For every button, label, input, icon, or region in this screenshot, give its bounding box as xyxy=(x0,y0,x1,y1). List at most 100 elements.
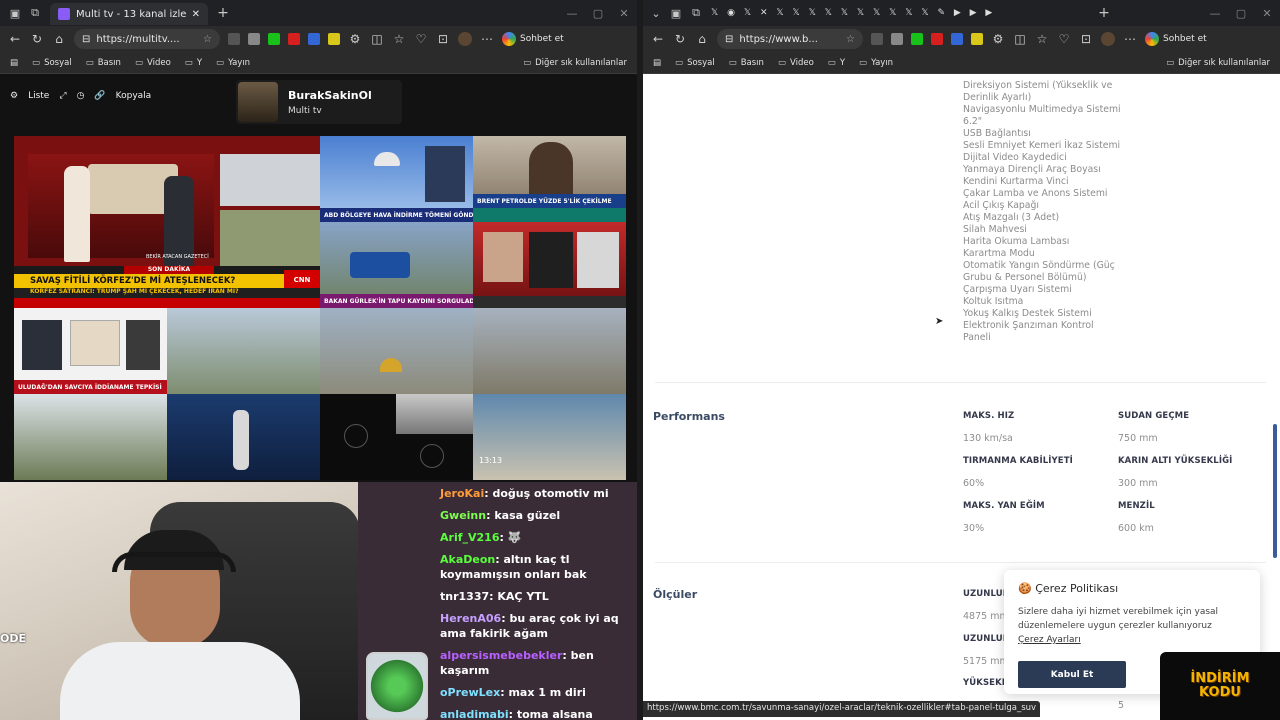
stream-tile-street[interactable]: BAKAN GÜRLEK'İN TAPU KAYDINI SORGULADILA… xyxy=(320,222,473,308)
collections-icon[interactable]: ☆ xyxy=(1035,32,1049,46)
more-icon[interactable]: ⋯ xyxy=(1123,32,1137,46)
stream-tile-parachute[interactable]: ABD BÖLGEYE HAVA İNDİRME TÖMENİ GÖNDERİY… xyxy=(320,136,473,222)
extension-icon[interactable] xyxy=(248,33,260,45)
split-screen-icon[interactable]: ◫ xyxy=(1013,32,1027,46)
accept-cookies-button[interactable]: Kabul Et xyxy=(1018,661,1126,688)
browser-essentials-icon[interactable]: ♡ xyxy=(1057,32,1071,46)
screenshot-icon[interactable]: ⊡ xyxy=(1079,32,1093,46)
dome-graphic xyxy=(380,358,402,372)
stream-tile-city[interactable] xyxy=(320,308,473,394)
extension-icon[interactable] xyxy=(328,33,340,45)
bookmark-basin[interactable]: Basın xyxy=(86,58,121,68)
stream-tile-cams[interactable] xyxy=(167,308,320,394)
collections-icon[interactable]: ☆ xyxy=(392,32,406,46)
fullscreen-icon[interactable]: ⤢ xyxy=(59,91,66,101)
url-field[interactable]: ⊟ https://multitv.... ☆ xyxy=(74,29,220,49)
home-icon[interactable]: ⌂ xyxy=(695,32,709,46)
bookmarks-icon[interactable]: ▤ xyxy=(10,58,18,68)
lens-graphic xyxy=(344,424,368,448)
stream-tile-studio[interactable] xyxy=(167,394,320,480)
extension-icon[interactable] xyxy=(268,33,280,45)
tab-actions-icon[interactable]: ⧉ xyxy=(28,6,42,20)
extension-icon[interactable] xyxy=(228,33,240,45)
close-window-icon[interactable]: ✕ xyxy=(617,6,631,20)
bookmark-y[interactable]: Y xyxy=(185,58,202,68)
refresh-icon[interactable]: ↻ xyxy=(30,32,44,46)
browser-essentials-icon[interactable]: ♡ xyxy=(414,32,428,46)
tab-actions-icon[interactable]: ⌄ xyxy=(649,6,663,20)
kopyala-button[interactable]: Kopyala xyxy=(116,91,152,101)
minimize-icon[interactable]: — xyxy=(1208,6,1222,20)
close-window-icon[interactable]: ✕ xyxy=(1260,6,1274,20)
bookmark-yayin[interactable]: Yayın xyxy=(859,58,893,68)
new-tab-icon[interactable]: + xyxy=(216,5,230,21)
stream-tile-uludag[interactable]: ULUDAĞ'DAN SAVCIYA İDDİANAME TEPKİSİ xyxy=(14,308,167,394)
extension-icon[interactable] xyxy=(971,33,983,45)
avatar[interactable] xyxy=(1101,32,1115,46)
screenshot-icon[interactable]: ⊡ xyxy=(436,32,450,46)
bookmark-video[interactable]: Video xyxy=(135,58,171,68)
url-field[interactable]: ⊟ https://www.b... ☆ xyxy=(717,29,863,49)
extension-icon[interactable] xyxy=(308,33,320,45)
site-info-icon[interactable]: ⊟ xyxy=(82,34,90,45)
channel-profile[interactable]: BurakSakinOl Multi tv xyxy=(236,80,402,124)
puzzle-icon[interactable]: ⚙ xyxy=(991,32,1005,46)
minimize-icon[interactable]: — xyxy=(565,6,579,20)
more-icon[interactable]: ⋯ xyxy=(480,32,494,46)
extension-icon[interactable] xyxy=(951,33,963,45)
spec-label: MAKS. HIZ xyxy=(963,411,1015,421)
stream-tile-panel[interactable] xyxy=(473,222,626,308)
workspaces-icon[interactable]: ⧉ xyxy=(689,6,703,20)
stream-tile-night[interactable] xyxy=(320,394,473,480)
avatar xyxy=(238,82,278,122)
stream-tile-brent[interactable]: BRENT PETROLDE YÜZDE 5'LİK ÇEKİLME xyxy=(473,136,626,222)
extension-icon[interactable] xyxy=(931,33,943,45)
stream-tile-hills[interactable] xyxy=(14,394,167,480)
back-icon[interactable]: ← xyxy=(8,32,22,46)
favorite-star-icon[interactable]: ☆ xyxy=(846,34,855,45)
cookie-desc: Sizlere daha iyi hizmet verebilmek için … xyxy=(1018,607,1219,631)
refresh-icon[interactable]: ↻ xyxy=(673,32,687,46)
bookmark-yayin[interactable]: Yayın xyxy=(216,58,250,68)
avatar[interactable] xyxy=(458,32,472,46)
site-info-icon[interactable]: ⊟ xyxy=(725,34,733,45)
bookmark-basin[interactable]: Basın xyxy=(729,58,764,68)
split-screen-icon[interactable]: ◫ xyxy=(370,32,384,46)
clock-icon[interactable]: ◷ xyxy=(77,91,85,101)
window-menu-icon[interactable]: ▣ xyxy=(8,6,22,20)
home-icon[interactable]: ⌂ xyxy=(52,32,66,46)
link-icon[interactable]: 🔗 xyxy=(94,91,105,101)
back-icon[interactable]: ← xyxy=(651,32,665,46)
page-scrollbar[interactable] xyxy=(1273,424,1277,558)
tab-multitv[interactable]: Multi tv - 13 kanal izleniyor ✕ xyxy=(50,3,208,25)
settings-icon[interactable]: ⚙ xyxy=(10,91,18,101)
stream-tile-sky[interactable]: 13:13 xyxy=(473,394,626,480)
bookmark-y[interactable]: Y xyxy=(828,58,845,68)
divider xyxy=(655,382,1266,383)
cookie-settings-link[interactable]: Çerez Ayarları xyxy=(1018,635,1246,645)
bookmark-other[interactable]: Diğer sık kullanılanlar xyxy=(523,58,627,68)
maximize-icon[interactable]: ▢ xyxy=(1234,6,1248,20)
extension-icon[interactable] xyxy=(911,33,923,45)
new-tab-icon[interactable]: + xyxy=(1097,5,1111,21)
bookmark-sosyal[interactable]: Sosyal xyxy=(32,58,72,68)
tab-list[interactable]: 𝕏 ◉ 𝕏 ✕ 𝕏 𝕏 𝕏 𝕏 𝕏 𝕏 𝕏 𝕏 𝕏 𝕏 ✎ ▶ ▶ ▶ xyxy=(711,8,1091,18)
liste-button[interactable]: Liste xyxy=(28,91,49,101)
bookmark-video[interactable]: Video xyxy=(778,58,814,68)
bookmarks-icon[interactable]: ▤ xyxy=(653,58,661,68)
stream-tile-cnn[interactable]: BEKİR ATACAN GAZETECİ SON DAKİKA SAVAŞ F… xyxy=(14,136,320,308)
extension-icon[interactable] xyxy=(871,33,883,45)
stream-tile-skyline[interactable] xyxy=(473,308,626,394)
extension-icon[interactable] xyxy=(891,33,903,45)
bookmark-sosyal[interactable]: Sosyal xyxy=(675,58,715,68)
tile-caption: ABD BÖLGEYE HAVA İNDİRME TÖMENİ GÖNDERİY… xyxy=(320,208,473,222)
sohbet-button[interactable]: Sohbet et xyxy=(1145,32,1207,46)
bookmark-other[interactable]: Diğer sık kullanılanlar xyxy=(1166,58,1270,68)
favorite-star-icon[interactable]: ☆ xyxy=(203,34,212,45)
extension-icon[interactable] xyxy=(288,33,300,45)
maximize-icon[interactable]: ▢ xyxy=(591,6,605,20)
close-tab-icon[interactable]: ✕ xyxy=(192,9,200,20)
window-menu-icon[interactable]: ▣ xyxy=(669,6,683,20)
puzzle-icon[interactable]: ⚙ xyxy=(348,32,362,46)
sohbet-button[interactable]: Sohbet et xyxy=(502,32,564,46)
